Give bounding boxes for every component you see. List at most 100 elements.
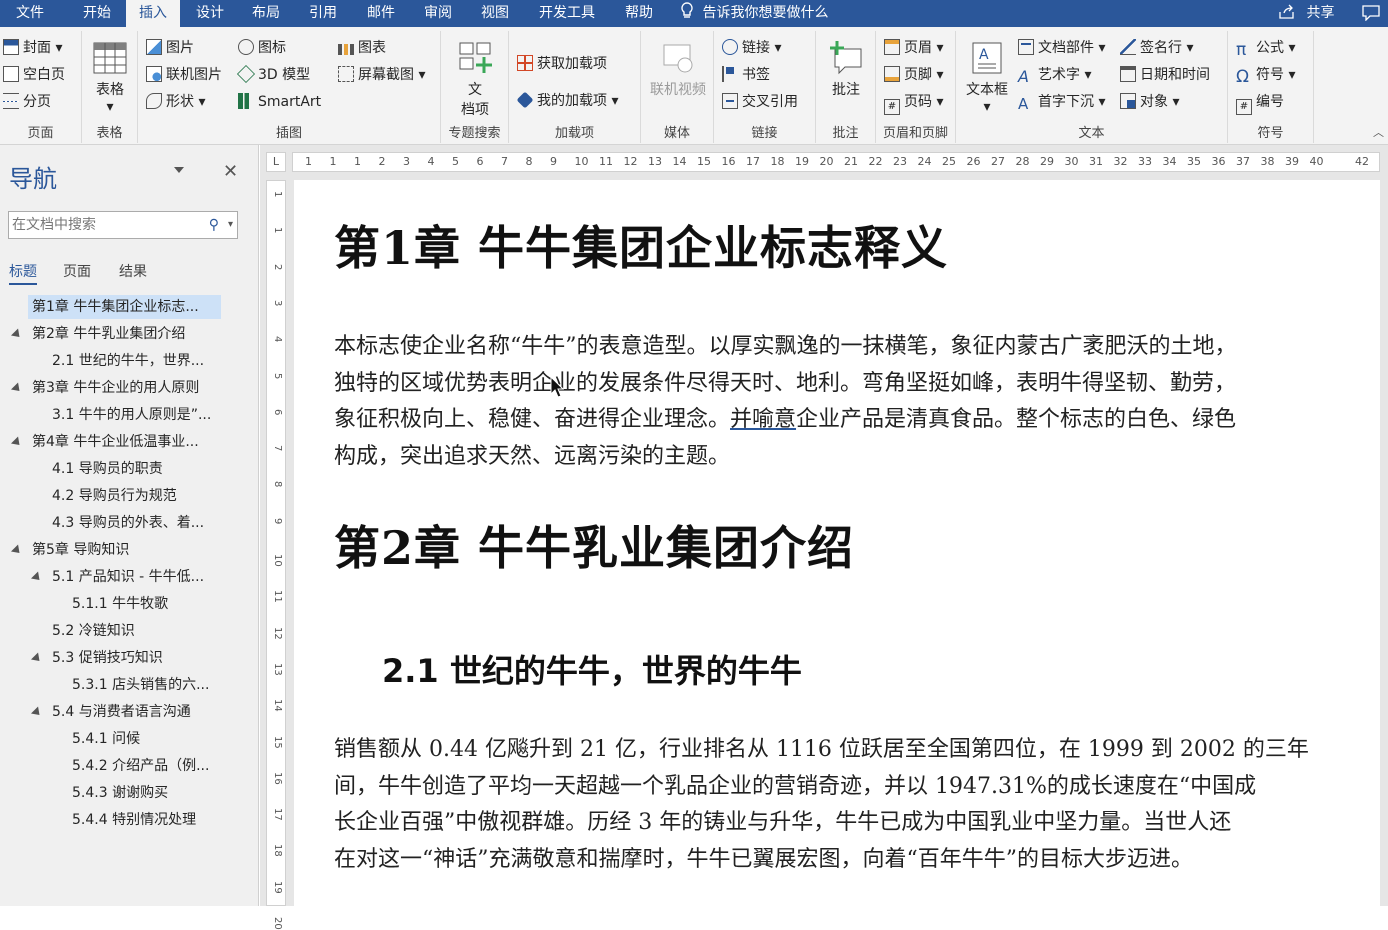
nav-heading-item[interactable]: 5.3.1 店头销售的六...: [68, 673, 209, 697]
nav-heading-item[interactable]: 5.1.1 牛牛牧歌: [68, 592, 168, 616]
cross-reference-button[interactable]: 交叉引用: [722, 91, 798, 113]
tab-review[interactable]: 审阅: [412, 0, 464, 27]
get-addins-button[interactable]: 获取加载项: [517, 53, 607, 75]
nav-search-input[interactable]: 在文档中搜索 ⚲ ▾: [8, 211, 238, 239]
group-media-label: 媒体: [663, 126, 690, 141]
link-button[interactable]: 链接 ▾: [722, 37, 781, 59]
search-icon[interactable]: ⚲: [209, 212, 219, 238]
nav-heading-item[interactable]: 5.4.3 谢谢购买: [68, 781, 168, 805]
nav-heading-item[interactable]: 5.4.4 特别情况处理: [68, 808, 196, 832]
nav-tab-results[interactable]: 结果: [119, 261, 147, 281]
tab-design[interactable]: 设计: [184, 0, 236, 27]
collapse-triangle-icon[interactable]: [10, 436, 24, 449]
nav-heading-item[interactable]: 4.3 导购员的外表、着...: [48, 511, 204, 535]
tab-layout[interactable]: 布局: [240, 0, 292, 27]
nav-heading-item[interactable]: 5.4 与消费者语言沟通: [48, 700, 191, 724]
bookmark-button[interactable]: 书签: [722, 64, 770, 86]
my-addins-button[interactable]: 我的加载项 ▾: [516, 90, 618, 112]
collapse-triangle-icon[interactable]: [30, 706, 44, 719]
symbol-button[interactable]: Ω 符号 ▾: [1236, 64, 1295, 86]
blank-page-button[interactable]: 空白页: [3, 64, 65, 86]
icons-button[interactable]: 图标: [238, 37, 286, 59]
screenshot-button[interactable]: 屏幕截图 ▾: [338, 64, 425, 86]
horizontal-ruler[interactable]: 1 1 1 2 3 4 5 6 7 8 9 10 11 12 13 14 15 16 17 18 19 20 21 22 23 2…: [292, 152, 1380, 172]
tab-help[interactable]: 帮助: [613, 0, 665, 27]
nav-heading-item[interactable]: 2.1 世纪的牛牛，世界...: [48, 349, 204, 373]
lightbulb-icon: [681, 2, 693, 18]
doc-item-button[interactable]: 文档项: [453, 41, 497, 119]
footer-button[interactable]: 页脚 ▾: [884, 64, 943, 86]
nav-heading-item[interactable]: 5.4.2 介绍产品（例...: [68, 754, 209, 778]
shapes-button[interactable]: 形状 ▾: [146, 91, 205, 113]
dropcap-button[interactable]: A 首字下沉 ▾: [1018, 91, 1105, 113]
nav-heading-item[interactable]: 3.1 牛牛的用人原则是”...: [48, 403, 211, 427]
object-button[interactable]: 对象 ▾: [1120, 91, 1179, 113]
collapse-triangle-icon[interactable]: [10, 382, 24, 395]
3d-model-button[interactable]: 3D 模型: [236, 64, 310, 86]
tab-mailings[interactable]: 邮件: [355, 0, 407, 27]
search-dropdown-icon[interactable]: ▾: [228, 212, 233, 238]
heading-chapter-1[interactable]: 第1章 牛牛集团企业标志释义: [334, 212, 948, 278]
nav-heading-item[interactable]: 4.2 导购员行为规范: [48, 484, 177, 508]
quick-parts-button[interactable]: 文档部件 ▾: [1018, 37, 1105, 59]
tab-references[interactable]: 引用: [297, 0, 349, 27]
chart-button[interactable]: 图表: [338, 37, 386, 59]
collapse-triangle-icon[interactable]: [10, 328, 24, 341]
collapse-ribbon-icon[interactable]: ︿: [1373, 124, 1384, 140]
textbox-button[interactable]: A 文本框 ▾: [960, 41, 1014, 115]
cover-page-button[interactable]: 封面 ▾: [3, 37, 62, 59]
share-button[interactable]: 共享: [1278, 0, 1334, 27]
nav-heading-item[interactable]: 4.1 导购员的职责: [48, 457, 163, 481]
heading-chapter-2[interactable]: 第2章 牛牛乳业集团介绍: [334, 512, 854, 578]
equation-button[interactable]: π 公式 ▾: [1236, 37, 1295, 59]
nav-heading-item[interactable]: 5.4.1 问候: [68, 727, 140, 751]
smartart-button[interactable]: SmartArt: [238, 91, 321, 113]
nav-options-icon[interactable]: [174, 167, 184, 173]
nav-heading-label: 5.4 与消费者语言沟通: [52, 704, 191, 720]
picture-label: 图片: [166, 40, 194, 56]
nav-heading-item[interactable]: 5.2 冷链知识: [48, 619, 135, 643]
page-break-button[interactable]: 分页: [3, 91, 51, 113]
nav-heading-item[interactable]: 第4章 牛牛企业低温事业...: [28, 430, 199, 454]
number-button[interactable]: # 编号: [1236, 91, 1284, 115]
tab-home[interactable]: 开始: [68, 0, 126, 27]
ruler-corner[interactable]: L: [266, 152, 286, 172]
para1-flagged-phrase[interactable]: 并喻意: [730, 407, 796, 432]
nav-tab-pages[interactable]: 页面: [63, 261, 91, 281]
tab-view[interactable]: 视图: [469, 0, 521, 27]
heading-section-2-1[interactable]: 2.1 世纪的牛牛，世界的牛牛: [382, 646, 802, 692]
vertical-ruler[interactable]: 1 1 2 3 4 5 6 7 8 9 10 11 12 13 14 15 16 17 18 19 20: [266, 180, 286, 930]
page-number-button[interactable]: # 页码 ▾: [884, 91, 943, 115]
datetime-button[interactable]: 日期和时间: [1120, 64, 1210, 86]
wordart-button[interactable]: A 艺术字 ▾: [1018, 64, 1091, 86]
nav-close-icon[interactable]: ✕: [223, 161, 238, 182]
paragraph-company-intro[interactable]: 销售额从 0.44 亿飚升到 21 亿，行业排名从 1116 位跃居至全国第四位…: [334, 732, 1344, 878]
nav-heading-item[interactable]: 第5章 导购知识: [28, 538, 129, 562]
signature-line-button[interactable]: 签名行 ▾: [1120, 37, 1193, 59]
online-video-button[interactable]: 联机视频: [645, 41, 711, 99]
tab-file[interactable]: 文件: [0, 0, 60, 27]
nav-heading-item[interactable]: 第1章 牛牛集团企业标志...: [28, 295, 221, 319]
paragraph-logo-meaning[interactable]: 本标志使企业名称“牛牛”的表意造型。以厚实飘逸的一抹横笔，象征内蒙古广袤肥沃的土…: [334, 329, 1344, 475]
document-page[interactable]: 第1章 牛牛集团企业标志释义 本标志使企业名称“牛牛”的表意造型。以厚实飘逸的一…: [294, 180, 1380, 906]
signature-icon: [1120, 39, 1136, 55]
table-button[interactable]: 表格 ▾: [88, 41, 132, 115]
new-comment-button[interactable]: 批注: [824, 41, 868, 99]
nav-heading-item[interactable]: 第3章 牛牛企业的用人原则: [28, 376, 199, 400]
tab-insert[interactable]: 插入: [126, 0, 180, 27]
collapse-triangle-icon[interactable]: [30, 571, 44, 584]
tab-developer[interactable]: 开发工具: [527, 0, 607, 27]
online-picture-button[interactable]: 联机图片: [146, 64, 222, 86]
collapse-triangle-icon[interactable]: [10, 544, 24, 557]
nav-heading-item[interactable]: 第2章 牛牛乳业集团介绍: [28, 322, 185, 346]
nav-heading-item[interactable]: 5.1 产品知识 - 牛牛低...: [48, 565, 204, 589]
collapse-triangle-icon[interactable]: [30, 652, 44, 665]
header-button[interactable]: 页眉 ▾: [884, 37, 943, 59]
nav-tab-headings[interactable]: 标题: [9, 261, 37, 285]
comments-icon[interactable]: [1362, 5, 1380, 21]
nav-heading-item[interactable]: 5.3 促销技巧知识: [48, 646, 163, 670]
ruler-tick-label: 10: [272, 554, 283, 567]
picture-button[interactable]: 图片: [146, 37, 194, 59]
tell-me-box[interactable]: 告诉我你想要做什么: [680, 0, 828, 27]
nav-heading-label: 第5章 导购知识: [32, 542, 130, 558]
